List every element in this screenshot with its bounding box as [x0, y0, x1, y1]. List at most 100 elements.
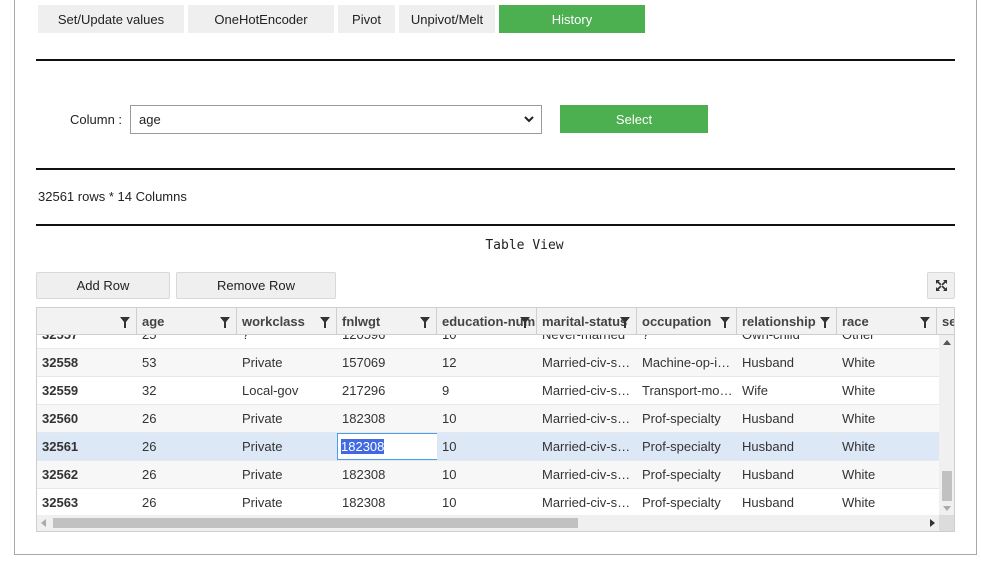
scroll-right-arrow-icon[interactable] — [930, 519, 935, 527]
column-header-education-num[interactable]: education-num — [437, 308, 537, 335]
history-button[interactable]: History — [499, 5, 645, 33]
column-header-age[interactable]: age — [137, 308, 237, 335]
row-index-cell[interactable]: 32557 — [37, 335, 137, 348]
column-header-index[interactable] — [37, 308, 137, 335]
cell-relationship[interactable]: Husband — [737, 461, 837, 488]
vertical-scrollbar[interactable] — [939, 335, 954, 515]
cell-education-num[interactable]: 10 — [437, 335, 537, 348]
cell-education-num[interactable]: 10 — [437, 461, 537, 488]
cell-marital-status[interactable]: Married-civ-s… — [537, 433, 637, 460]
cell-race[interactable]: White — [837, 433, 937, 460]
cell-occupation[interactable]: Prof-specialty — [637, 405, 737, 432]
cell-fnlwgt[interactable]: 182308 — [337, 405, 437, 432]
cell-marital-status[interactable]: Married-civ-s… — [537, 349, 637, 376]
cell-relationship[interactable]: Husband — [737, 433, 837, 460]
row-index-cell[interactable]: 32558 — [37, 349, 137, 376]
cell-age[interactable]: 32 — [137, 377, 237, 404]
cell-fnlwgt[interactable]: 182308 — [337, 489, 437, 515]
cell-marital-status[interactable]: Married-civ-s… — [537, 489, 637, 515]
row-index-cell[interactable]: 32561 — [37, 433, 137, 460]
cell-marital-status[interactable]: Married-civ-s… — [537, 405, 637, 432]
cell-age[interactable]: 26 — [137, 461, 237, 488]
cell-age[interactable]: 26 — [137, 489, 237, 515]
horizontal-scrollbar[interactable] — [37, 515, 939, 531]
cell-occupation[interactable]: Prof-specialty — [637, 433, 737, 460]
table-row[interactable]: 32561 26 Private 182308 10 Married-civ-s… Prof… — [37, 433, 939, 461]
cell-marital-status[interactable]: Married-civ-s… — [537, 377, 637, 404]
cell-workclass[interactable]: Private — [237, 405, 337, 432]
table-row[interactable]: 32558 53 Private 157069 12 Married-civ-s… Mach… — [37, 349, 939, 377]
table-row[interactable]: 3255725?12059610Never-married?Own-childO… — [37, 335, 939, 349]
column-header-relationship[interactable]: relationship — [737, 308, 837, 335]
cell-occupation[interactable]: Machine-op-i… — [637, 349, 737, 376]
set-update-values-button[interactable]: Set/Update values — [38, 5, 184, 33]
pivot-button[interactable]: Pivot — [338, 5, 395, 33]
column-header-marital-status[interactable]: marital-status — [537, 308, 637, 335]
cell-race[interactable]: White — [837, 377, 937, 404]
filter-icon[interactable] — [920, 316, 930, 328]
cell-marital-status[interactable]: Never-married — [537, 335, 637, 348]
filter-icon[interactable] — [120, 316, 130, 328]
table-row[interactable]: 32559 32 Local-gov 217296 9 Married-civ-s… Tra… — [37, 377, 939, 405]
cell-workclass[interactable]: Private — [237, 489, 337, 515]
column-header-workclass[interactable]: workclass — [237, 308, 337, 335]
cell-race[interactable]: Other — [837, 335, 937, 348]
filter-icon[interactable] — [720, 316, 730, 328]
cell-editor-input[interactable]: 182308 — [337, 433, 437, 460]
cell-relationship[interactable]: Wife — [737, 377, 837, 404]
filter-icon[interactable] — [220, 316, 230, 328]
scroll-up-arrow-icon[interactable] — [943, 340, 951, 345]
cell-occupation[interactable]: Prof-specialty — [637, 489, 737, 515]
filter-icon[interactable] — [520, 316, 530, 328]
expand-button[interactable] — [927, 272, 955, 299]
cell-workclass[interactable]: Local-gov — [237, 377, 337, 404]
scroll-left-arrow-icon[interactable] — [41, 519, 46, 527]
cell-race[interactable]: White — [837, 461, 937, 488]
column-header-fnlwgt[interactable]: fnlwgt — [337, 308, 437, 335]
cell-education-num[interactable]: 9 — [437, 377, 537, 404]
cell-education-num[interactable]: 10 — [437, 489, 537, 515]
row-index-cell[interactable]: 32562 — [37, 461, 137, 488]
table-row[interactable]: 32563 26 Private 182308 10 Married-civ-s… Prof… — [37, 489, 939, 515]
row-index-cell[interactable]: 32559 — [37, 377, 137, 404]
cell-education-num[interactable]: 12 — [437, 349, 537, 376]
column-header-se[interactable]: se — [937, 308, 954, 335]
cell-marital-status[interactable]: Married-civ-s… — [537, 461, 637, 488]
cell-relationship[interactable]: Own-child — [737, 335, 837, 348]
horizontal-scroll-thumb[interactable] — [53, 518, 578, 528]
cell-education-num[interactable]: 10 — [437, 405, 537, 432]
cell-race[interactable]: White — [837, 349, 937, 376]
onehotencoder-button[interactable]: OneHotEncoder — [188, 5, 334, 33]
cell-race[interactable]: White — [837, 405, 937, 432]
cell-fnlwgt[interactable]: 157069 — [337, 349, 437, 376]
table-row[interactable]: 32562 26 Private 182308 10 Married-civ-s… Prof… — [37, 461, 939, 489]
cell-workclass[interactable]: Private — [237, 349, 337, 376]
cell-occupation[interactable]: ? — [637, 335, 737, 348]
cell-fnlwgt[interactable]: 120596 — [337, 335, 437, 348]
filter-icon[interactable] — [820, 316, 830, 328]
cell-occupation[interactable]: Prof-specialty — [637, 461, 737, 488]
cell-occupation[interactable]: Transport-mo… — [637, 377, 737, 404]
cell-relationship[interactable]: Husband — [737, 489, 837, 515]
table-row[interactable]: 32560 26 Private 182308 10 Married-civ-s… Prof… — [37, 405, 939, 433]
row-index-cell[interactable]: 32560 — [37, 405, 137, 432]
cell-relationship[interactable]: Husband — [737, 349, 837, 376]
cell-age[interactable]: 26 — [137, 405, 237, 432]
column-header-occupation[interactable]: occupation — [637, 308, 737, 335]
cell-relationship[interactable]: Husband — [737, 405, 837, 432]
unpivot-melt-button[interactable]: Unpivot/Melt — [399, 5, 495, 33]
row-index-cell[interactable]: 32563 — [37, 489, 137, 515]
cell-workclass[interactable]: Private — [237, 433, 337, 460]
cell-education-num[interactable]: 10 — [437, 433, 537, 460]
filter-icon[interactable] — [620, 316, 630, 328]
cell-fnlwgt[interactable]: 182308 — [337, 433, 437, 460]
column-header-race[interactable]: race — [837, 308, 937, 335]
cell-fnlwgt[interactable]: 182308 — [337, 461, 437, 488]
select-button[interactable]: Select — [560, 105, 708, 133]
filter-icon[interactable] — [320, 316, 330, 328]
add-row-button[interactable]: Add Row — [36, 272, 170, 299]
cell-age[interactable]: 53 — [137, 349, 237, 376]
filter-icon[interactable] — [420, 316, 430, 328]
remove-row-button[interactable]: Remove Row — [176, 272, 336, 299]
cell-age[interactable]: 26 — [137, 433, 237, 460]
